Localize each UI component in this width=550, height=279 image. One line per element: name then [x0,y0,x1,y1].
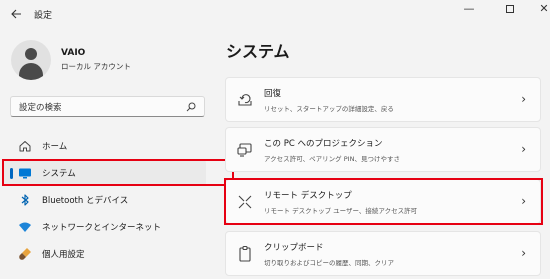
sidebar-item-label: ネットワークとインターネット [42,223,162,233]
sidebar-item-bluetooth[interactable]: Bluetooth とデバイス [4,187,206,213]
title-bar: 設定 — ✕ [0,0,550,28]
home-icon [19,141,31,152]
avatar[interactable] [11,40,51,80]
highlight-box-system [2,159,234,186]
settings-card-clipboard[interactable]: クリップボード 切り取りおよびコピーの履歴、同期、クリア › [225,231,541,276]
card-description: リセット、スタートアップの詳細設定、戻る [264,105,394,113]
search-input[interactable]: 設定の検索 [19,101,62,113]
arrow-left-icon [11,9,21,19]
recovery-icon [238,94,252,106]
card-description: 切り取りおよびコピーの履歴、同期、クリア [264,259,394,267]
chevron-right-icon: › [521,246,526,260]
window-title: 設定 [34,11,53,21]
brush-icon [19,248,31,260]
close-button[interactable]: ✕ [527,0,550,20]
maximize-icon [506,5,514,13]
back-button[interactable] [6,4,26,24]
sidebar-item-home[interactable]: ホーム [4,133,206,159]
sidebar-item-network[interactable]: ネットワークとインターネット [4,214,206,240]
sidebar-item-personalization[interactable]: 個人用設定 [4,241,206,267]
account-name: VAIO [61,48,86,58]
chevron-right-icon: › [521,92,526,106]
card-title: この PC へのプロジェクション [264,139,383,149]
minimize-button[interactable]: — [452,0,486,20]
avatar-body-shape [19,63,43,80]
avatar-head-shape [25,48,37,60]
card-title: クリップボード [264,243,324,253]
search-icon[interactable] [186,102,196,112]
highlight-box-remote-desktop [224,178,543,225]
page-title: システム [226,42,290,61]
bluetooth-icon [21,194,29,206]
wifi-icon [19,222,31,232]
card-title: 回復 [264,89,282,99]
settings-card-projection[interactable]: この PC へのプロジェクション アクセス許可、ペアリング PIN、見つけやすさ… [225,127,541,172]
projection-icon [237,143,252,157]
settings-card-recovery[interactable]: 回復 リセット、スタートアップの詳細設定、戻る › [225,77,541,122]
search-box[interactable]: 設定の検索 [10,96,205,117]
sidebar-item-label: Bluetooth とデバイス [42,196,129,206]
maximize-button[interactable] [493,0,527,20]
chevron-right-icon: › [521,142,526,156]
card-description: アクセス許可、ペアリング PIN、見つけやすさ [264,155,400,163]
sidebar-item-label: ホーム [42,142,68,152]
account-type: ローカル アカウント [61,62,131,71]
sidebar-item-label: 個人用設定 [42,250,85,260]
clipboard-icon [239,245,251,262]
